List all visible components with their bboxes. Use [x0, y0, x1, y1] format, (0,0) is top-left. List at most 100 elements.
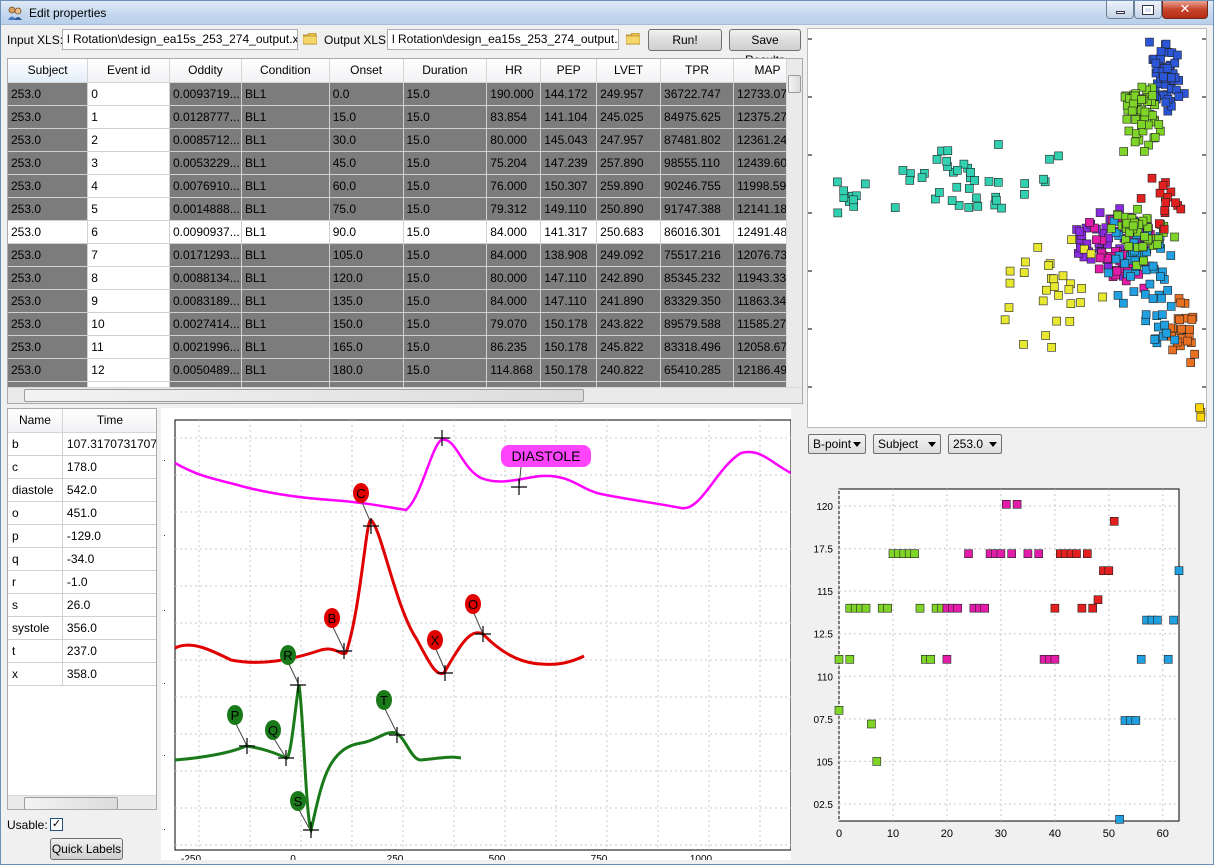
column-header[interactable]: Condition — [241, 59, 330, 83]
table-cell[interactable]: 79.070 — [486, 312, 542, 336]
table-cell[interactable]: 87481.802 — [660, 128, 734, 152]
points-row[interactable]: o 451.0 — [8, 501, 156, 525]
table-cell[interactable]: 2 — [87, 128, 170, 152]
points-cell[interactable]: r — [8, 570, 63, 594]
table-cell[interactable]: BL1 — [241, 197, 330, 221]
table-cell[interactable]: 86016.301 — [660, 220, 734, 244]
points-cell[interactable]: -34.0 — [62, 547, 156, 571]
table-cell[interactable]: 0.0053229... — [169, 151, 242, 175]
column-header[interactable]: Onset — [329, 59, 404, 83]
table-cell[interactable]: 11 — [87, 335, 170, 359]
column-header[interactable]: Oddity — [169, 59, 242, 83]
table-cell[interactable]: 253.0 — [8, 105, 89, 129]
table-cell[interactable]: 253.0 — [8, 82, 89, 106]
column-header[interactable]: LVET — [596, 59, 662, 83]
subject-select[interactable]: 253.0 — [948, 434, 1002, 454]
table-cell[interactable]: 15.0 — [403, 266, 488, 290]
table-cell[interactable]: 15.0 — [403, 151, 488, 175]
points-row[interactable]: b 107.3170731707 — [8, 432, 156, 456]
point-select[interactable]: B-point — [808, 434, 866, 454]
table-cell[interactable]: 253.0 — [8, 358, 89, 382]
table-cell[interactable]: 15.0 — [403, 128, 488, 152]
table-cell[interactable]: 144.172 — [540, 82, 598, 106]
table-cell[interactable]: BL1 — [241, 335, 330, 359]
table-cell[interactable]: 15.0 — [329, 105, 404, 129]
table-cell[interactable]: 150.0 — [329, 312, 404, 336]
points-column-header[interactable]: Name — [8, 409, 63, 433]
table-cell[interactable]: BL1 — [241, 174, 330, 198]
close-button[interactable]: ✕ — [1162, 1, 1208, 19]
table-cell[interactable]: BL1 — [241, 151, 330, 175]
table-cell[interactable]: 75.0 — [329, 197, 404, 221]
points-row[interactable]: q -34.0 — [8, 547, 156, 571]
points-cell[interactable]: q — [8, 547, 63, 571]
points-row[interactable]: p -129.0 — [8, 524, 156, 548]
table-row[interactable]: 253.0 11 0.0021996... BL1 165.0 15.0 86.235 150… — [8, 335, 802, 359]
table-cell[interactable]: 15.0 — [403, 358, 488, 382]
table-cell[interactable]: 15.0 — [403, 312, 488, 336]
table-cell[interactable]: 150.178 — [540, 312, 598, 336]
table-row[interactable]: 253.0 12 0.0050489... BL1 180.0 15.0 114.868 15… — [8, 358, 802, 382]
table-cell[interactable]: 30.0 — [329, 128, 404, 152]
table-cell[interactable]: 253.0 — [8, 197, 89, 221]
column-header[interactable]: PEP — [540, 59, 598, 83]
table-cell[interactable]: 247.957 — [596, 128, 662, 152]
points-cell[interactable]: diastole — [8, 478, 63, 502]
points-cell[interactable]: -129.0 — [62, 524, 156, 548]
points-hscroll-thumb[interactable] — [24, 797, 118, 809]
table-cell[interactable]: 147.239 — [540, 151, 598, 175]
points-cell[interactable]: b — [8, 432, 63, 456]
table-cell[interactable]: 105.0 — [329, 243, 404, 267]
table-cell[interactable]: 257.890 — [596, 151, 662, 175]
points-cell[interactable]: x — [8, 662, 63, 686]
table-cell[interactable]: 15.0 — [403, 174, 488, 198]
table-cell[interactable]: 89579.588 — [660, 312, 734, 336]
table-cell[interactable]: 149.110 — [540, 197, 598, 221]
table-cell[interactable]: 8 — [87, 266, 170, 290]
points-row[interactable]: diastole 542.0 — [8, 478, 156, 502]
table-cell[interactable]: BL1 — [241, 128, 330, 152]
table-cell[interactable]: 45.0 — [329, 151, 404, 175]
table-cell[interactable]: BL1 — [241, 243, 330, 267]
table-cell[interactable]: 79.312 — [486, 197, 542, 221]
table-cell[interactable]: 76.000 — [486, 174, 542, 198]
table-cell[interactable]: 90.0 — [329, 220, 404, 244]
table-row[interactable]: 253.0 9 0.0083189... BL1 135.0 15.0 84.000 147.… — [8, 289, 802, 313]
table-cell[interactable]: 180.0 — [329, 358, 404, 382]
table-cell[interactable]: 10 — [87, 312, 170, 336]
points-cell[interactable]: 451.0 — [62, 501, 156, 525]
table-cell[interactable]: 114.868 — [486, 358, 542, 382]
table-cell[interactable]: 250.890 — [596, 197, 662, 221]
points-cell[interactable]: systole — [8, 616, 63, 640]
table-row[interactable]: 253.0 8 0.0088134... BL1 120.0 15.0 80.000 147.… — [8, 266, 802, 290]
table-cell[interactable]: 241.890 — [596, 289, 662, 313]
points-row[interactable]: t 237.0 — [8, 639, 156, 663]
minimize-button[interactable] — [1106, 1, 1134, 19]
input-xls-field[interactable]: l Rotation\design_ea15s_253_274_output.x… — [62, 29, 298, 50]
title-bar[interactable]: Edit properties ✕ — [1, 1, 1213, 25]
points-cell[interactable]: t — [8, 639, 63, 663]
table-cell[interactable]: 138.908 — [540, 243, 598, 267]
table-row[interactable]: 253.0 3 0.0053229... BL1 45.0 15.0 75.204 147.2… — [8, 151, 802, 175]
table-cell[interactable]: 3 — [87, 151, 170, 175]
table-cell[interactable]: 75.204 — [486, 151, 542, 175]
table-cell[interactable]: 0.0014888... — [169, 197, 242, 221]
table-cell[interactable]: 253.0 — [8, 266, 89, 290]
run-button[interactable]: Run! — [648, 29, 722, 51]
table-cell[interactable]: 1 — [87, 105, 170, 129]
save-results-button[interactable]: Save Results — [729, 29, 801, 67]
points-cell[interactable]: 107.3170731707 — [62, 432, 156, 456]
waveform-panel[interactable]: -250 0 250 500 750 1000 DIASTOLE C B X O R P Q T S · · · · ·… — [161, 408, 792, 865]
table-cell[interactable]: 15.0 — [403, 105, 488, 129]
table-cell[interactable]: 240.822 — [596, 358, 662, 382]
table-cell[interactable]: 150.178 — [540, 358, 598, 382]
table-cell[interactable]: 15.0 — [403, 335, 488, 359]
table-horizontal-scrollbar[interactable] — [8, 387, 802, 403]
table-cell[interactable]: 84.000 — [486, 243, 542, 267]
points-cell[interactable]: p — [8, 524, 63, 548]
table-cell[interactable]: 249.957 — [596, 82, 662, 106]
table-cell[interactable]: 9 — [87, 289, 170, 313]
points-cell[interactable]: -1.0 — [62, 570, 156, 594]
table-cell[interactable]: 0 — [87, 82, 170, 106]
column-header[interactable]: Subject — [8, 59, 89, 83]
